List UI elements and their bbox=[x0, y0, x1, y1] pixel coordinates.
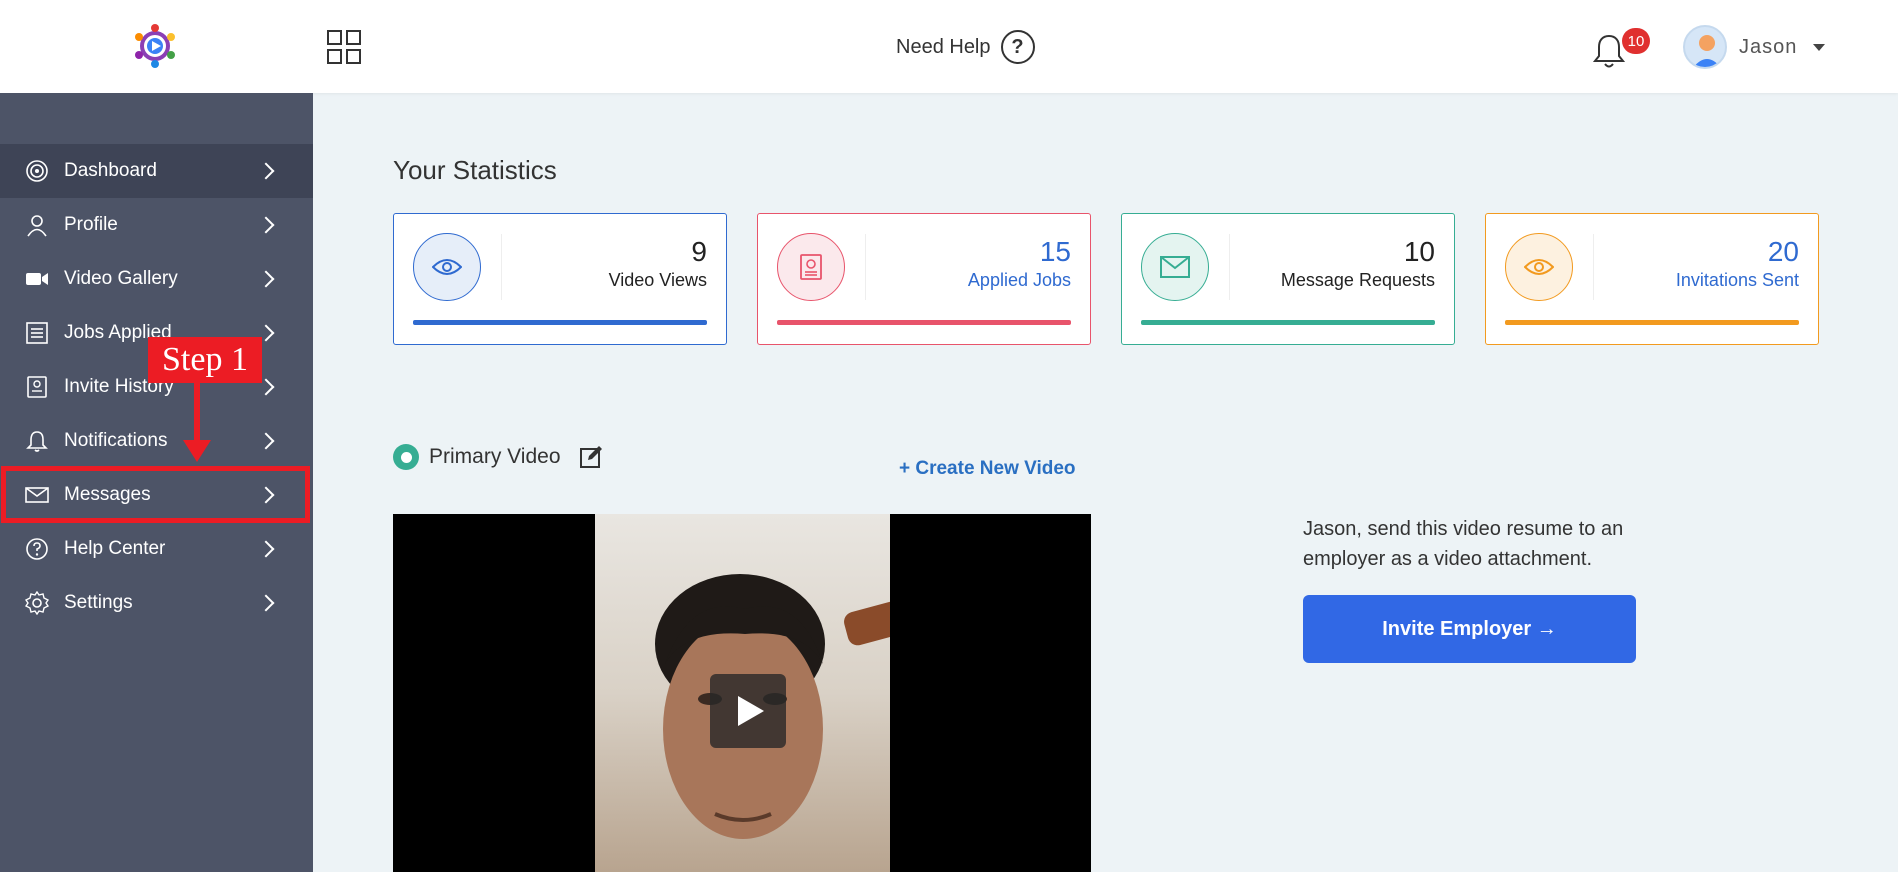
stat-icon-circle bbox=[777, 233, 845, 301]
question-circle-icon bbox=[26, 538, 48, 560]
primary-video-header: Primary Video bbox=[393, 444, 603, 470]
divider bbox=[1593, 234, 1594, 300]
stat-card-message-requests[interactable]: 10 Message Requests bbox=[1121, 213, 1455, 345]
notification-count-badge: 10 bbox=[1622, 28, 1650, 54]
step-arrow-head-icon bbox=[183, 440, 211, 462]
list-icon bbox=[26, 322, 48, 344]
envelope-icon bbox=[1160, 256, 1190, 278]
stat-bar bbox=[413, 320, 707, 325]
primary-video-label: Primary Video bbox=[429, 445, 561, 468]
stats-title: Your Statistics bbox=[393, 155, 557, 185]
avatar-icon bbox=[1693, 35, 1721, 67]
eye-icon bbox=[1524, 259, 1554, 275]
sidebar-item-label: Video Gallery bbox=[64, 268, 178, 289]
stat-bar bbox=[1505, 320, 1799, 325]
notification-bell-icon[interactable] bbox=[1592, 32, 1626, 70]
sidebar-item-notifications[interactable]: Notifications bbox=[0, 414, 313, 468]
chevron-right-icon bbox=[257, 432, 275, 450]
chevron-right-icon bbox=[257, 270, 275, 288]
stat-card-applied-jobs[interactable]: 15 Applied Jobs bbox=[757, 213, 1091, 345]
stat-label: Invitations Sent bbox=[1675, 270, 1799, 290]
step-label: Step 1 bbox=[148, 337, 262, 383]
sidebar-item-label: Help Center bbox=[64, 538, 166, 559]
stat-value: 9 bbox=[691, 236, 707, 267]
gear-icon bbox=[25, 591, 49, 615]
play-icon bbox=[738, 696, 764, 726]
applied-jobs-icon bbox=[800, 254, 822, 280]
stat-icon-circle bbox=[1141, 233, 1209, 301]
stat-card-invitations-sent[interactable]: 20 Invitations Sent bbox=[1485, 213, 1819, 345]
user-name: Jason bbox=[1739, 35, 1798, 58]
invite-history-icon bbox=[27, 376, 47, 398]
stat-value: 15 bbox=[1039, 236, 1071, 267]
primary-video-radio[interactable] bbox=[393, 444, 419, 470]
need-help-link[interactable]: Need Help ? bbox=[896, 30, 1035, 64]
radio-dot bbox=[400, 451, 412, 463]
create-new-video-link[interactable]: + Create New Video bbox=[899, 458, 1076, 480]
stat-label: Message Requests bbox=[1280, 270, 1435, 290]
need-help-label: Need Help bbox=[896, 35, 991, 58]
play-button[interactable] bbox=[710, 674, 786, 748]
sidebar-item-label: Settings bbox=[64, 592, 133, 613]
step-highlight-box bbox=[1, 466, 310, 523]
dashboard-icon bbox=[26, 160, 48, 182]
divider bbox=[1229, 234, 1230, 300]
chevron-right-icon bbox=[257, 216, 275, 234]
stat-card-video-views[interactable]: 9 Video Views bbox=[393, 213, 727, 345]
video-player[interactable] bbox=[393, 514, 1091, 872]
sidebar-item-settings[interactable]: Settings bbox=[0, 576, 313, 630]
chevron-down-icon bbox=[1813, 43, 1826, 51]
chevron-right-icon bbox=[257, 162, 275, 180]
user-menu[interactable]: Jason bbox=[1683, 25, 1826, 69]
sidebar-item-help-center[interactable]: Help Center bbox=[0, 522, 313, 576]
divider bbox=[865, 234, 866, 300]
chevron-right-icon bbox=[257, 594, 275, 612]
divider bbox=[501, 234, 502, 300]
sidebar-item-profile[interactable]: Profile bbox=[0, 198, 313, 252]
step-arrow bbox=[194, 383, 200, 445]
stat-value: 20 bbox=[1767, 236, 1799, 267]
stat-icon-circle bbox=[413, 233, 481, 301]
top-bar: Need Help ? 10 Jason bbox=[0, 0, 1898, 93]
video-camera-icon bbox=[26, 273, 48, 285]
apps-grid-icon[interactable] bbox=[327, 30, 361, 64]
sidebar-item-label: Notifications bbox=[64, 430, 168, 451]
invite-description: Jason, send this video resume to an empl… bbox=[1303, 518, 1624, 570]
question-circle-icon: ? bbox=[1000, 30, 1035, 64]
user-icon bbox=[27, 215, 47, 237]
stat-label: Video Views bbox=[608, 270, 707, 290]
app-logo-icon[interactable] bbox=[131, 22, 179, 70]
stat-value: 10 bbox=[1403, 236, 1435, 267]
sidebar-item-label: Dashboard bbox=[64, 160, 157, 181]
sidebar-item-video-gallery[interactable]: Video Gallery bbox=[0, 252, 313, 306]
avatar bbox=[1683, 25, 1727, 69]
stat-bar bbox=[777, 320, 1071, 325]
stat-icon-circle bbox=[1505, 233, 1573, 301]
invite-employer-button[interactable]: Invite Employer → bbox=[1303, 595, 1636, 663]
eye-icon bbox=[432, 259, 462, 275]
sidebar-item-label: Profile bbox=[64, 214, 118, 235]
chevron-right-icon bbox=[257, 540, 275, 558]
stat-label: Applied Jobs bbox=[967, 270, 1071, 290]
sidebar-item-dashboard[interactable]: Dashboard bbox=[0, 144, 313, 198]
edit-icon[interactable] bbox=[579, 445, 603, 469]
bell-icon bbox=[26, 431, 48, 452]
stat-bar bbox=[1141, 320, 1435, 325]
